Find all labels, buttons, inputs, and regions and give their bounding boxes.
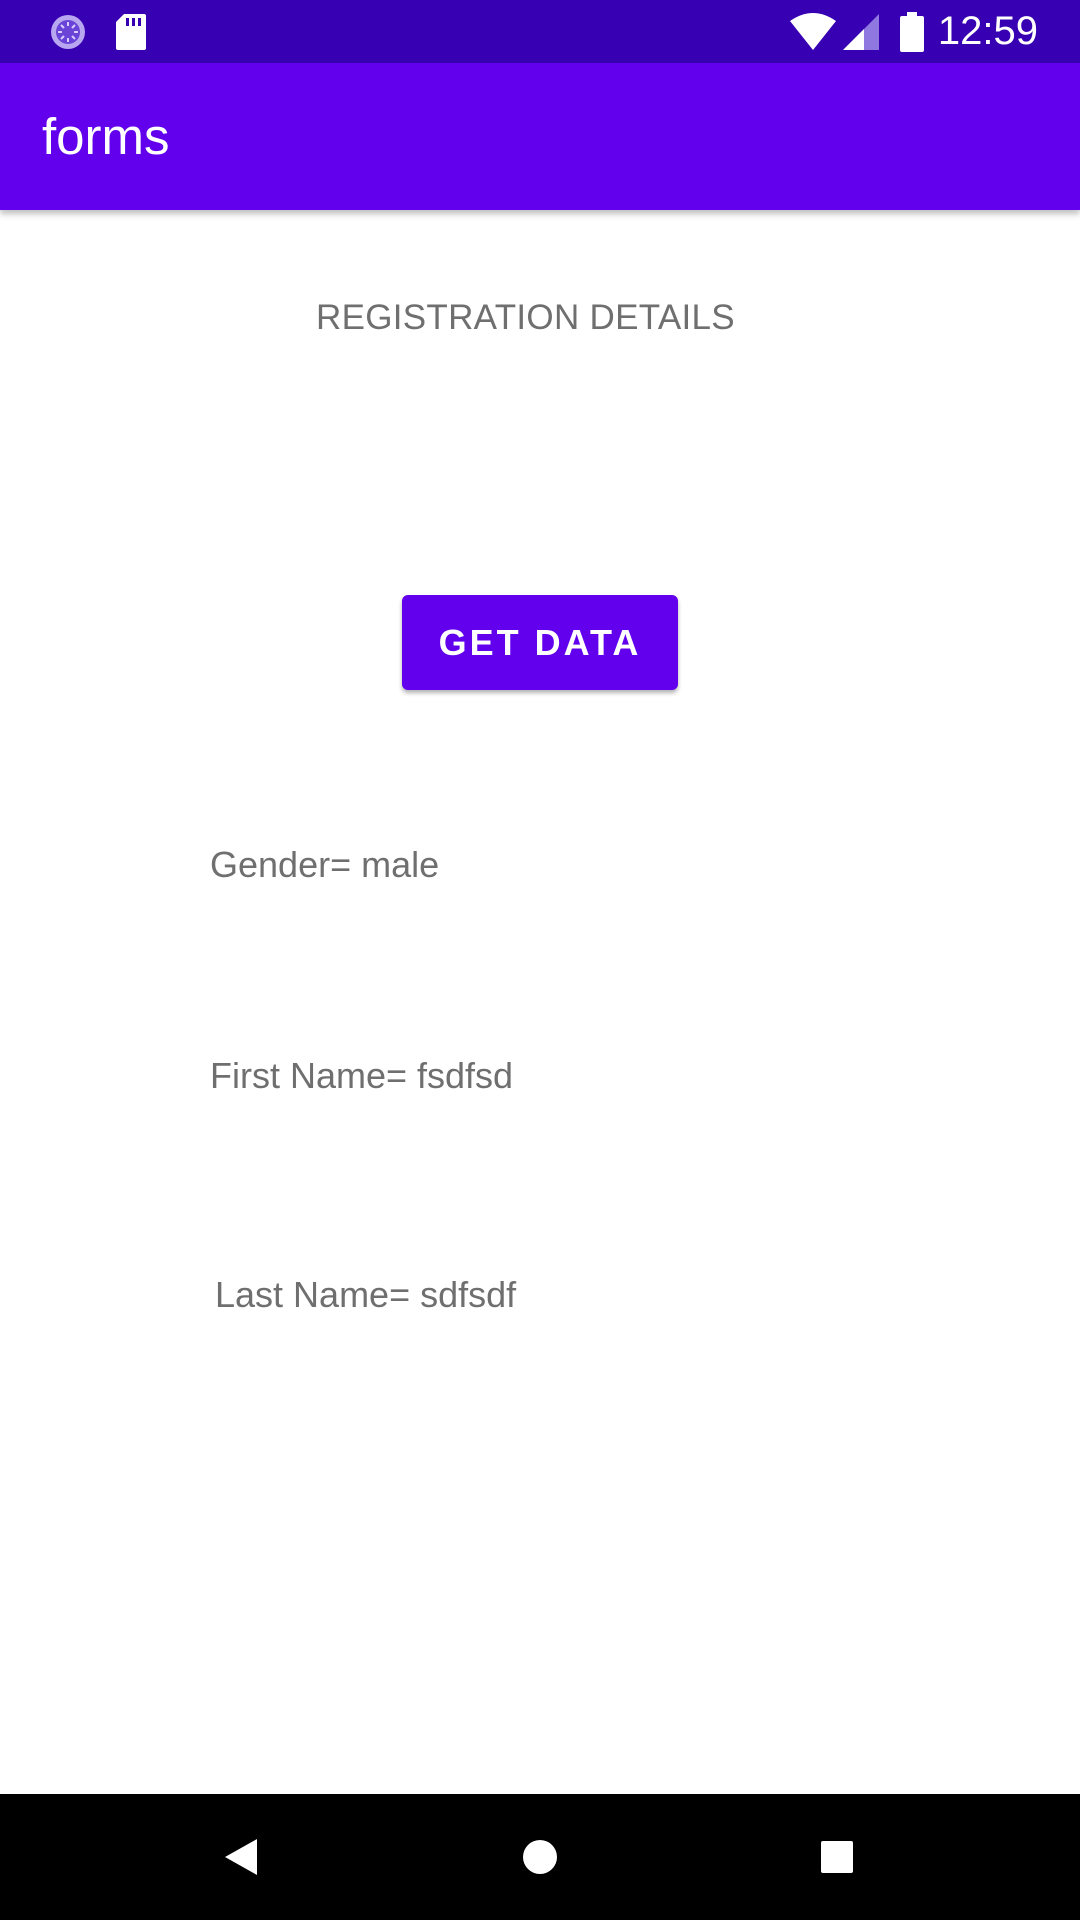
wifi-icon (789, 0, 837, 63)
gender-text: Gender= male (210, 844, 440, 885)
battery-icon (898, 0, 926, 63)
get-data-button[interactable]: GET DATA (402, 595, 678, 690)
sync-icon (46, 0, 90, 63)
back-icon[interactable] (186, 1794, 296, 1920)
navigation-bar (0, 1794, 1080, 1920)
last-name-text: Last Name= sdfsdf (215, 1274, 517, 1315)
cell-signal-icon (842, 0, 880, 63)
status-bar: 12:59 (0, 0, 1080, 63)
home-icon[interactable] (485, 1794, 595, 1920)
recents-icon[interactable] (782, 1794, 892, 1920)
registration-heading: REGISTRATION DETAILS (316, 298, 735, 337)
sd-card-icon (114, 0, 148, 63)
registration-content: REGISTRATION DETAILS GET DATA Gender= ma… (0, 210, 1080, 1794)
app-title: forms (42, 108, 170, 165)
status-time: 12:59 (937, 9, 1038, 53)
app-bar: forms (0, 63, 1080, 210)
first-name-text: First Name= fsdfsd (210, 1055, 514, 1096)
